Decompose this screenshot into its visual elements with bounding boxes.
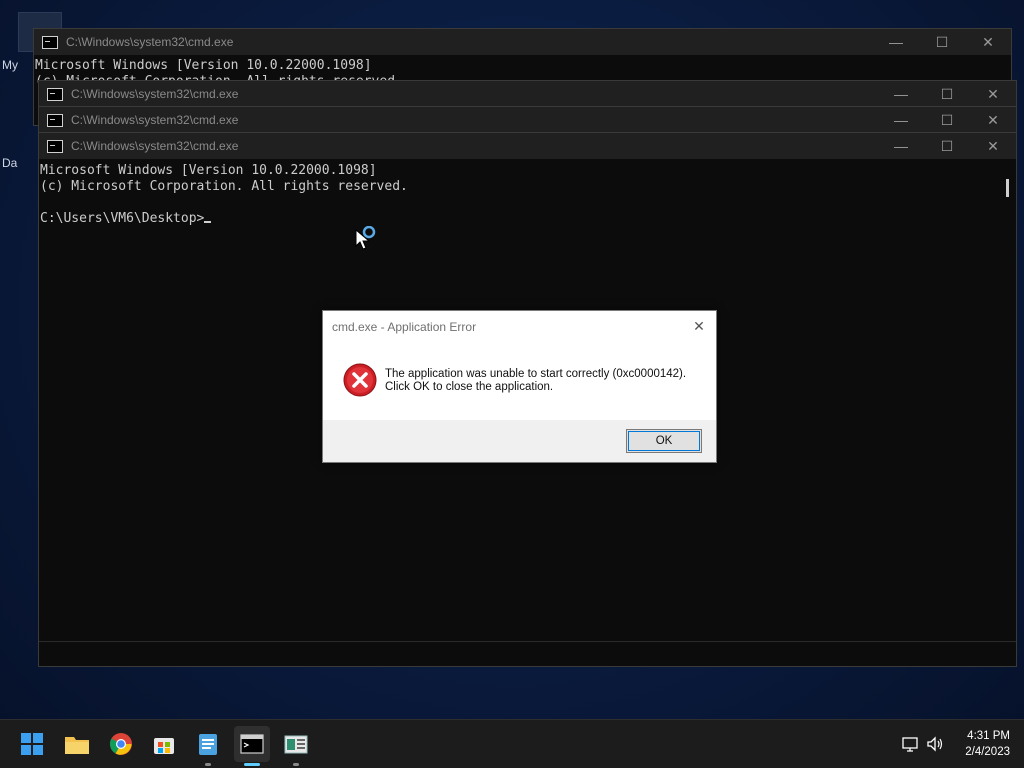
maximize-button[interactable]: ☐ — [924, 107, 970, 133]
taskbar-notepad[interactable] — [190, 726, 226, 766]
titlebar[interactable]: C:\Windows\system32\cmd.exe — ☐ ✕ — [39, 107, 1016, 133]
minimize-button[interactable]: — — [878, 81, 924, 107]
cmd-app-icon — [47, 113, 63, 127]
console-line: (c) Microsoft Corporation. All rights re… — [40, 179, 408, 194]
running-indicator — [205, 763, 211, 766]
volume-icon[interactable] — [925, 734, 945, 754]
cmd-icon — [240, 734, 264, 754]
text-cursor — [204, 221, 212, 223]
close-button[interactable]: ✕ — [970, 107, 1016, 133]
app-icon — [284, 735, 308, 754]
maximize-button[interactable]: ☐ — [919, 29, 965, 55]
taskbar-store[interactable] — [146, 726, 182, 762]
scrollbar-thumb[interactable] — [1006, 179, 1009, 197]
console-line: Microsoft Windows [Version 10.0.22000.10… — [40, 163, 377, 178]
dialog-message: The application was unable to start corr… — [385, 368, 686, 394]
taskbar-file-explorer[interactable] — [59, 726, 95, 762]
desktop-label: Da — [2, 156, 18, 170]
window-title: C:\Windows\system32\cmd.exe — [71, 139, 239, 153]
running-indicator — [293, 763, 299, 766]
minimize-button[interactable]: — — [873, 29, 919, 55]
maximize-button[interactable]: ☐ — [924, 133, 970, 159]
chrome-icon — [110, 733, 132, 755]
dialog-footer: OK — [323, 420, 716, 462]
minimize-button[interactable]: — — [878, 107, 924, 133]
taskbar-app[interactable] — [278, 726, 314, 766]
close-button[interactable]: ✕ — [970, 81, 1016, 107]
start-button[interactable] — [14, 726, 50, 762]
cmd-app-icon — [47, 87, 63, 101]
clock-date: 2/4/2023 — [965, 746, 1010, 758]
taskbar-cmd[interactable] — [234, 726, 270, 766]
mouse-pointer-icon — [355, 226, 376, 250]
application-error-dialog[interactable]: cmd.exe - Application Error ✕ The applic… — [322, 310, 717, 463]
store-icon — [154, 738, 174, 754]
dialog-message-line: Click OK to close the application. — [385, 381, 554, 393]
dialog-title: cmd.exe - Application Error — [332, 320, 477, 334]
running-indicator — [244, 763, 260, 766]
titlebar[interactable]: C:\Windows\system32\cmd.exe — ☐ ✕ — [39, 133, 1016, 159]
close-button[interactable]: ✕ — [965, 29, 1011, 55]
dialog-message-line: The application was unable to start corr… — [385, 368, 687, 380]
taskbar: 4:31 PM 2/4/2023 — [0, 719, 1024, 768]
dialog-close-button[interactable]: ✕ — [690, 317, 708, 335]
maximize-button[interactable]: ☐ — [924, 81, 970, 107]
window-title: C:\Windows\system32\cmd.exe — [71, 113, 239, 127]
start-icon — [21, 733, 43, 755]
network-icon[interactable] — [900, 734, 920, 754]
taskbar-chrome[interactable] — [103, 726, 139, 762]
error-icon — [343, 363, 377, 397]
titlebar[interactable]: C:\Windows\system32\cmd.exe — ☐ ✕ — [34, 29, 1011, 55]
desktop-label: My — [2, 58, 18, 72]
clock-time: 4:31 PM — [967, 730, 1010, 742]
file-explorer-icon — [65, 737, 89, 754]
cmd-app-icon — [42, 35, 58, 49]
divider — [39, 641, 1016, 642]
system-clock[interactable]: 4:31 PM 2/4/2023 — [965, 728, 1010, 760]
window-title: C:\Windows\system32\cmd.exe — [66, 35, 234, 49]
notepad-icon — [199, 734, 217, 755]
cmd-app-icon — [47, 139, 63, 153]
titlebar[interactable]: C:\Windows\system32\cmd.exe — ☐ ✕ — [39, 81, 1016, 107]
minimize-button[interactable]: — — [878, 133, 924, 159]
close-button[interactable]: ✕ — [970, 133, 1016, 159]
window-title: C:\Windows\system32\cmd.exe — [71, 87, 239, 101]
console-line: Microsoft Windows [Version 10.0.22000.10… — [35, 58, 372, 73]
console-output[interactable]: Microsoft Windows [Version 10.0.22000.10… — [40, 163, 998, 227]
ok-button[interactable]: OK — [626, 429, 702, 453]
console-prompt: C:\Users\VM6\Desktop> — [40, 211, 205, 226]
